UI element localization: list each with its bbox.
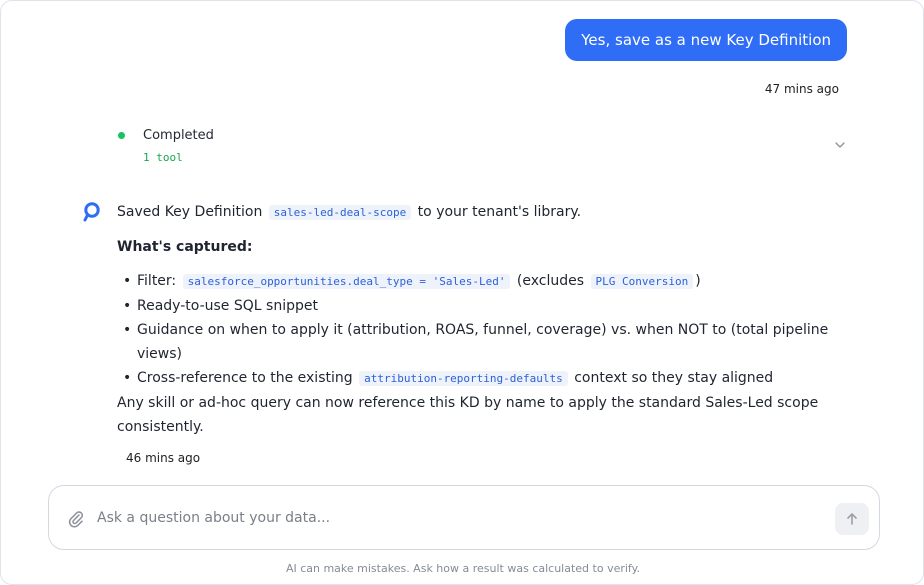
list-item: Guidance on when to apply it (attributio… (123, 318, 847, 366)
captured-heading: What's captured: (117, 239, 253, 255)
intro-text: Saved Key Definition (117, 204, 267, 220)
assistant-intro: Saved Key Definition sales-led-deal-scop… (117, 200, 847, 225)
ai-disclaimer: AI can make mistakes. Ask how a result w… (285, 562, 641, 575)
filter-label: Filter: (137, 273, 181, 289)
chat-input[interactable] (97, 504, 817, 532)
context-code: attribution-reporting-defaults (359, 371, 568, 386)
chat-composer (48, 485, 880, 550)
excluded-value-code: PLG Conversion (590, 274, 694, 289)
cross-reference-text: Cross-reference to the existing (137, 370, 358, 386)
arrow-up-icon (847, 513, 857, 525)
list-item: Filter: salesforce_opportunities.deal_ty… (123, 269, 847, 294)
filter-exclusion-text: (excludes (512, 273, 589, 289)
send-button[interactable] (835, 503, 869, 535)
captured-list: Filter: salesforce_opportunities.deal_ty… (117, 269, 847, 391)
cross-reference-suffix: context so they stay aligned (569, 370, 774, 386)
tool-count: 1 tool (143, 151, 183, 164)
user-message-bubble: Yes, save as a new Key Definition (565, 19, 847, 61)
filter-code: salesforce_opportunities.deal_type = 'Sa… (182, 274, 511, 289)
chevron-down-icon[interactable] (834, 139, 846, 151)
assistant-logo-icon (83, 202, 100, 222)
status-dot (118, 132, 125, 139)
chat-window: Yes, save as a new Key Definition 47 min… (0, 0, 924, 585)
filter-end: ) (695, 273, 701, 289)
user-message-timestamp: 47 mins ago (764, 82, 839, 96)
list-item: Ready-to-use SQL snippet (123, 294, 847, 318)
paperclip-icon[interactable] (68, 510, 84, 528)
assistant-message-timestamp: 46 mins ago (126, 451, 201, 465)
tool-status-row[interactable]: Completed 1 tool (118, 128, 848, 168)
intro-suffix: to your tenant's library. (413, 204, 582, 220)
assistant-message: Saved Key Definition sales-led-deal-scop… (117, 200, 847, 439)
key-definition-name: sales-led-deal-scope (268, 205, 412, 220)
assistant-closing: Any skill or ad-hoc query can now refere… (117, 395, 819, 435)
tool-status-label: Completed (143, 128, 214, 143)
list-item: Cross-reference to the existing attribut… (123, 366, 847, 391)
